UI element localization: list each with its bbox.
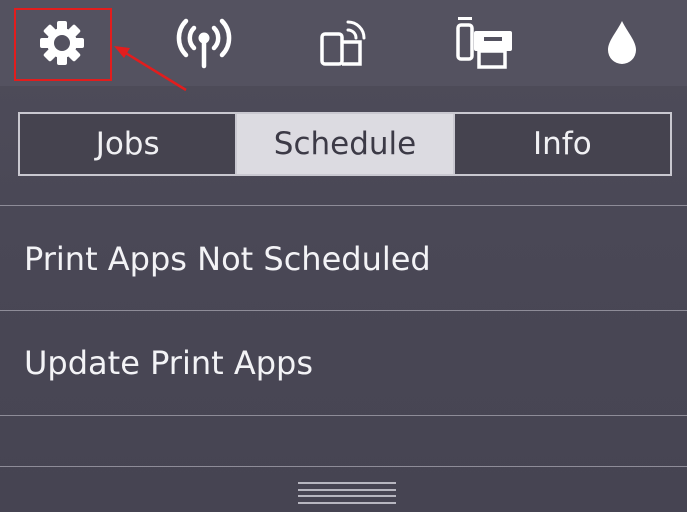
list-item-print-apps-not-scheduled[interactable]: Print Apps Not Scheduled: [0, 207, 687, 311]
top-icon-bar: [0, 0, 687, 86]
tab-info[interactable]: Info: [455, 114, 670, 174]
ink-icon[interactable]: [582, 10, 662, 76]
wireless-icon[interactable]: [164, 10, 244, 76]
wifi-direct-icon[interactable]: [304, 10, 384, 76]
list-item-update-print-apps[interactable]: Update Print Apps: [0, 311, 687, 415]
web-services-icon[interactable]: [443, 10, 523, 76]
printer-control-panel: Jobs Schedule Info Print Apps Not Schedu…: [0, 0, 687, 512]
divider: [0, 415, 687, 416]
tab-jobs[interactable]: Jobs: [20, 114, 238, 174]
divider: [0, 205, 687, 206]
scroll-handle[interactable]: [298, 482, 396, 504]
tab-schedule[interactable]: Schedule: [237, 114, 455, 174]
tab-bar: Jobs Schedule Info: [18, 112, 672, 176]
settings-icon[interactable]: [22, 10, 102, 76]
divider: [0, 466, 687, 467]
